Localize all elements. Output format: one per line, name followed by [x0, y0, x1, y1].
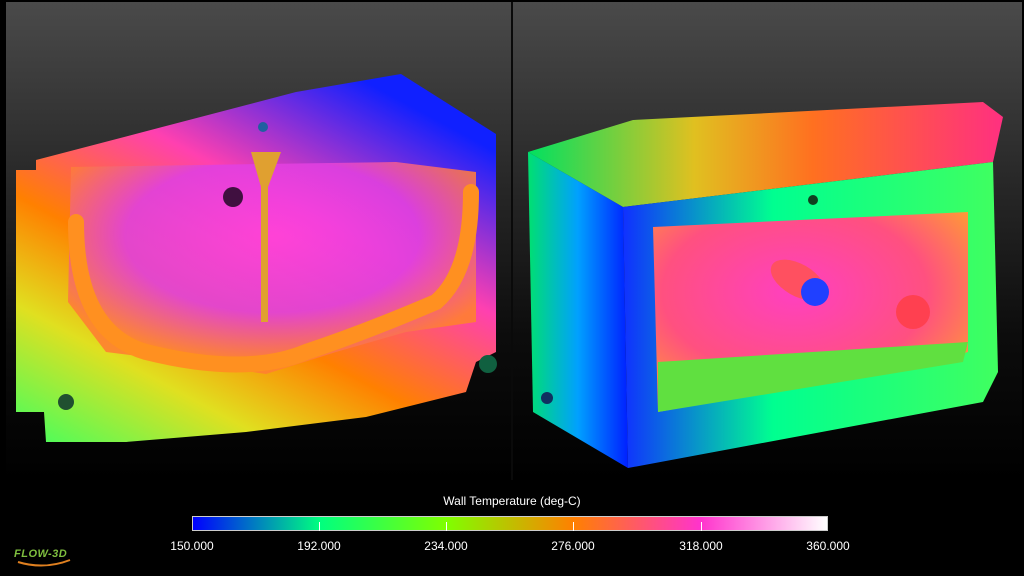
color-scale-bar	[192, 516, 828, 531]
viewport-left[interactable]	[6, 2, 512, 480]
legend-title: Wall Temperature (deg-C)	[443, 494, 581, 508]
colorbar-tick	[446, 522, 447, 531]
colorbar-label: 318.000	[679, 539, 723, 553]
colorbar-tick	[701, 522, 702, 531]
colorbar-label: 192.000	[297, 539, 341, 553]
colorbar-label-max: 360.000	[806, 539, 850, 553]
colorbar-label-min: 150.000	[170, 539, 214, 553]
mold-exterior-model	[528, 102, 1003, 468]
flow3d-logo: FLOW-3D	[14, 548, 74, 568]
viewport-right[interactable]	[513, 2, 1022, 480]
colorbar-tick	[319, 522, 320, 531]
colorbar-label: 234.000	[424, 539, 468, 553]
colorbar-tick	[573, 522, 574, 531]
mold-cavity-model	[16, 74, 497, 442]
colorbar-label: 276.000	[551, 539, 595, 553]
logo-swoosh-icon	[17, 559, 71, 567]
